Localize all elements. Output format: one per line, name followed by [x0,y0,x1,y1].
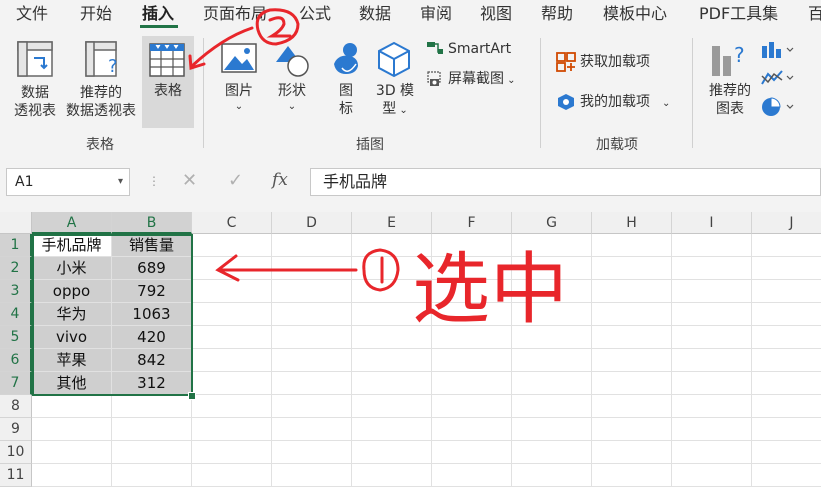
annotation-overlay: 选中 [188,8,568,335]
annotation-arrow-to-table [190,26,254,68]
annotation-step2-numeral [266,16,292,38]
annotation-select-text: 选中 [412,245,568,335]
annotation-step2-circle [255,8,300,46]
annotation-arrowhead [215,254,240,282]
